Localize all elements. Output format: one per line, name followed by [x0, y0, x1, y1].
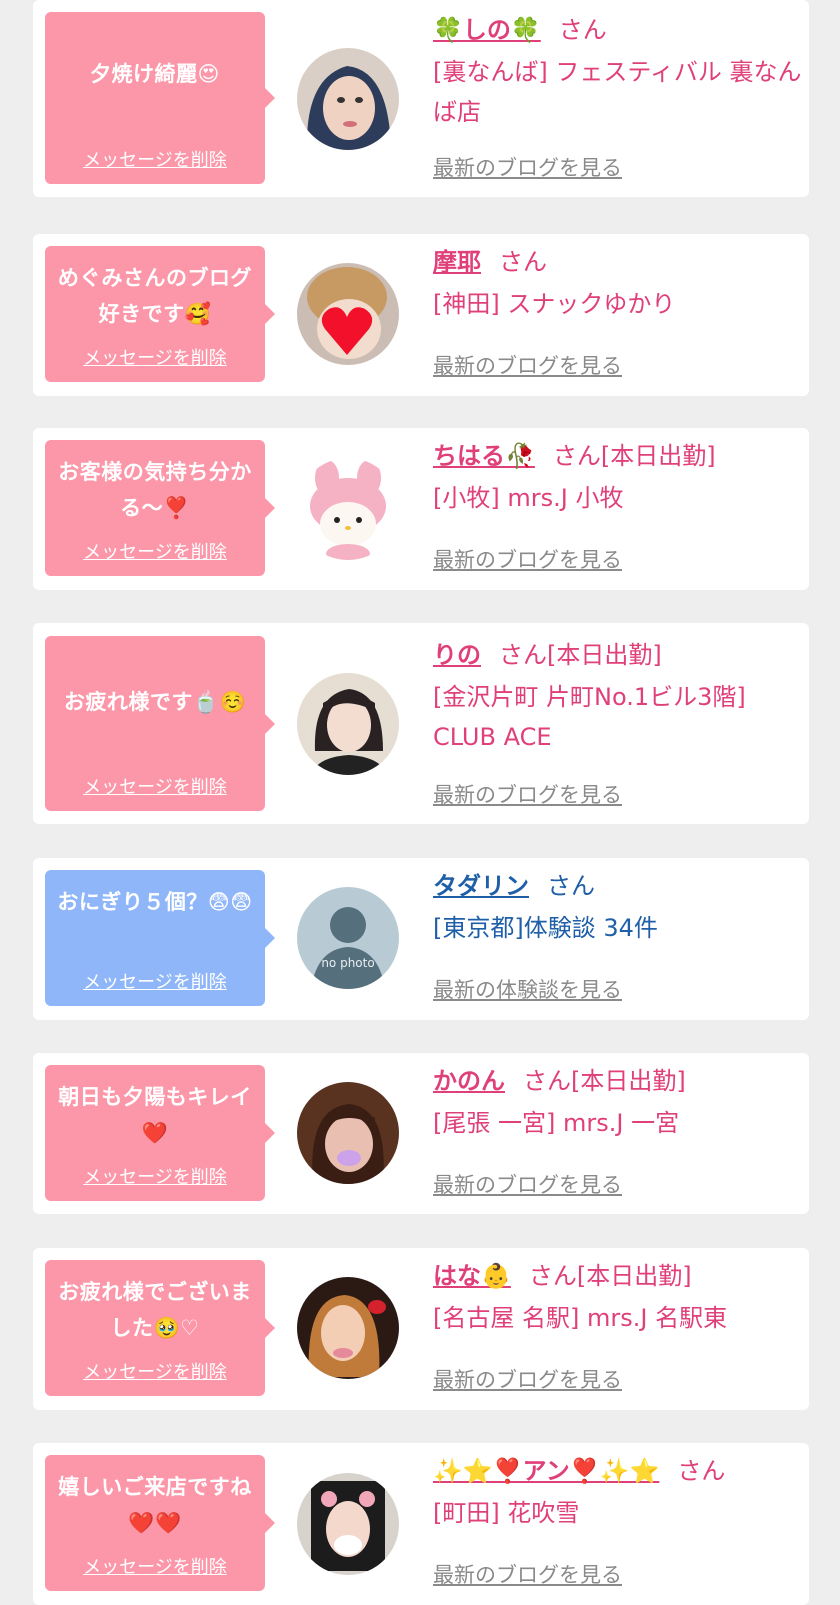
delete-message-link[interactable]: メッセージを削除: [45, 968, 265, 994]
shop-label: [町田] 花吹雪: [433, 1499, 580, 1527]
latest-review-link[interactable]: 最新の体験談を見る: [433, 974, 622, 1004]
message-card: 夕焼け綺麗😍 メッセージを削除 🍀しの🍀 さん [裏なんば] フェスティバル 裏な…: [33, 0, 809, 197]
message-card: お客様の気持ち分かる〜❣️ メッセージを削除 ちはる🥀 さん[本日出勤] [小牧]…: [33, 428, 809, 590]
shop-label: [名古屋 名駅] mrs.J 名駅東: [433, 1304, 728, 1332]
message-bubble: おにぎり５個？😨😨 メッセージを削除: [45, 870, 275, 1006]
shop-label: [小牧] mrs.J 小牧: [433, 484, 624, 512]
delete-message-link[interactable]: メッセージを削除: [45, 1358, 265, 1384]
shop-label: [東京都]体験談 34件: [433, 914, 658, 942]
heart-avatar-icon[interactable]: [297, 263, 399, 365]
latest-blog-link[interactable]: 最新のブログを見る: [433, 544, 622, 574]
message-text: 夕焼け綺麗😍: [90, 62, 220, 86]
sender-info: タダリン さん [東京都]体験談 34件: [433, 868, 805, 948]
latest-blog-link[interactable]: 最新のブログを見る: [433, 1559, 622, 1589]
sender-info: りの さん[本日出勤] [金沢片町 片町No.1ビル3階] CLUB ACE: [433, 637, 805, 757]
message-card: お疲れ様でございました🥹♡ メッセージを削除 はな👶 さん[本日出勤] [名古屋 …: [33, 1248, 809, 1410]
message-bubble: お疲れ様でございました🥹♡ メッセージを削除: [45, 1260, 275, 1396]
message-text: お客様の気持ち分かる〜❣️: [58, 460, 252, 520]
message-list: 夕焼け綺麗😍 メッセージを削除 🍀しの🍀 さん [裏なんば] フェスティバル 裏な…: [0, 0, 840, 1605]
honorific-label: さん[本日出勤]: [552, 442, 716, 470]
message-text: お疲れ様です🍵☺️: [63, 690, 247, 714]
sender-info: かのん さん[本日出勤] [尾張 一宮] mrs.J 一宮: [433, 1063, 805, 1143]
message-bubble: お客様の気持ち分かる〜❣️ メッセージを削除: [45, 440, 275, 576]
latest-blog-link[interactable]: 最新のブログを見る: [433, 779, 622, 809]
delete-message-link[interactable]: メッセージを削除: [45, 773, 265, 799]
delete-message-link[interactable]: メッセージを削除: [45, 344, 265, 370]
message-text: 嬉しいご来店ですね❤️❤️: [58, 1475, 252, 1535]
message-card: 朝日も夕陽もキレイ❤️ メッセージを削除 かのん さん[本日出勤] [尾張 一宮]…: [33, 1053, 809, 1214]
sender-info: はな👶 さん[本日出勤] [名古屋 名駅] mrs.J 名駅東: [433, 1258, 805, 1338]
sender-name-link[interactable]: 🍀しの🍀: [433, 16, 541, 44]
latest-blog-link[interactable]: 最新のブログを見る: [433, 350, 622, 380]
message-card: お疲れ様です🍵☺️ メッセージを削除 りの さん[本日出勤] [金沢片町 片町No…: [33, 623, 809, 824]
plush-toy-avatar-icon[interactable]: [297, 458, 399, 560]
sender-name-link[interactable]: りの: [433, 641, 481, 669]
message-bubble: めぐみさんのブログ好きです🥰 メッセージを削除: [45, 246, 275, 382]
avatar-photo-icon[interactable]: [297, 1277, 399, 1379]
message-text: めぐみさんのブログ好きです🥰: [57, 266, 253, 326]
shop-label: [神田] スナックゆかり: [433, 290, 676, 318]
avatar-photo-icon[interactable]: [297, 1082, 399, 1184]
sender-info: 摩耶 さん [神田] スナックゆかり: [433, 244, 805, 324]
message-card: 嬉しいご来店ですね❤️❤️ メッセージを削除 ✨⭐❣️アン❣️✨⭐ さん [町田]…: [33, 1443, 809, 1605]
avatar-photo-icon[interactable]: [297, 673, 399, 775]
avatar-photo-icon[interactable]: [297, 48, 399, 150]
sender-info: ✨⭐❣️アン❣️✨⭐ さん [町田] 花吹雪: [433, 1453, 805, 1533]
message-bubble: 朝日も夕陽もキレイ❤️ メッセージを削除: [45, 1065, 275, 1201]
latest-blog-link[interactable]: 最新のブログを見る: [433, 152, 622, 182]
sender-name-link[interactable]: はな👶: [433, 1262, 511, 1290]
delete-message-link[interactable]: メッセージを削除: [45, 1553, 265, 1579]
honorific-label: さん: [677, 1457, 726, 1485]
sender-name-link[interactable]: ちはる🥀: [433, 442, 535, 470]
message-card: めぐみさんのブログ好きです🥰 メッセージを削除 摩耶 さん [神田] スナックゆか…: [33, 234, 809, 396]
sender-name-link[interactable]: タダリン: [433, 872, 529, 900]
message-bubble: 嬉しいご来店ですね❤️❤️ メッセージを削除: [45, 1455, 275, 1591]
honorific-label: さん: [547, 872, 595, 900]
message-text: 朝日も夕陽もキレイ❤️: [58, 1085, 252, 1145]
no-photo-label: no photo: [321, 956, 374, 970]
message-bubble: 夕焼け綺麗😍 メッセージを削除: [45, 12, 275, 184]
honorific-label: さん[本日出勤]: [499, 641, 662, 669]
honorific-label: さん: [499, 248, 547, 276]
message-card: おにぎり５個？😨😨 メッセージを削除 no photo タダリン さん [東京都]…: [33, 858, 809, 1020]
sender-info: 🍀しの🍀 さん [裏なんば] フェスティバル 裏なんば店: [433, 12, 805, 132]
sender-info: ちはる🥀 さん[本日出勤] [小牧] mrs.J 小牧: [433, 438, 805, 518]
honorific-label: さん: [558, 16, 607, 44]
latest-blog-link[interactable]: 最新のブログを見る: [433, 1169, 622, 1199]
sender-name-link[interactable]: 摩耶: [433, 248, 481, 276]
delete-message-link[interactable]: メッセージを削除: [45, 146, 265, 172]
sender-name-link[interactable]: ✨⭐❣️アン❣️✨⭐: [433, 1457, 659, 1485]
honorific-label: さん[本日出勤]: [528, 1262, 692, 1290]
shop-label: [裏なんば] フェスティバル 裏なんば店: [433, 58, 802, 126]
message-text: お疲れ様でございました🥹♡: [58, 1280, 252, 1340]
sender-name-link[interactable]: かのん: [433, 1067, 505, 1095]
shop-label: [金沢片町 片町No.1ビル3階] CLUB ACE: [433, 683, 746, 751]
delete-message-link[interactable]: メッセージを削除: [45, 538, 265, 564]
no-photo-avatar-icon[interactable]: no photo: [297, 887, 399, 989]
message-bubble: お疲れ様です🍵☺️ メッセージを削除: [45, 636, 275, 811]
avatar-photo-icon[interactable]: [297, 1473, 399, 1575]
delete-message-link[interactable]: メッセージを削除: [45, 1163, 265, 1189]
message-text: おにぎり５個？😨😨: [57, 890, 253, 914]
shop-label: [尾張 一宮] mrs.J 一宮: [433, 1109, 680, 1137]
latest-blog-link[interactable]: 最新のブログを見る: [433, 1364, 622, 1394]
honorific-label: さん[本日出勤]: [523, 1067, 686, 1095]
